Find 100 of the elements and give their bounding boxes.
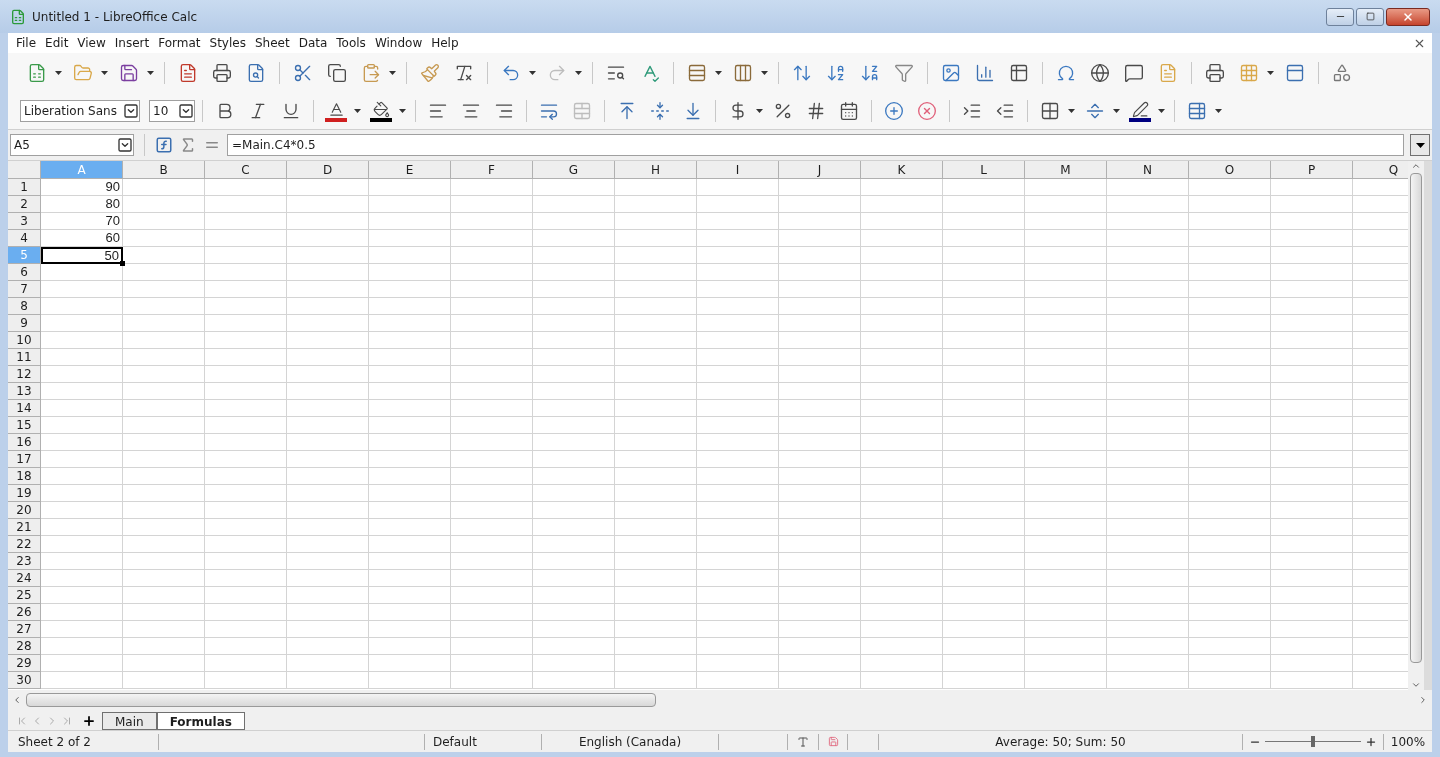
sheet-tab[interactable]: Formulas xyxy=(156,712,245,730)
sidebar-toggle[interactable] xyxy=(1424,161,1432,690)
vertical-scrollbar[interactable] xyxy=(1408,161,1424,690)
font-name-dropdown[interactable]: Liberation Sans xyxy=(20,100,140,122)
column-header[interactable]: I xyxy=(697,161,779,179)
menu-item[interactable]: File xyxy=(14,34,39,52)
row-header[interactable]: 3 xyxy=(8,213,41,230)
zoom-slider[interactable] xyxy=(1265,736,1361,747)
row-header[interactable]: 8 xyxy=(8,298,41,315)
row-header[interactable]: 28 xyxy=(8,638,41,655)
row-header[interactable]: 16 xyxy=(8,434,41,451)
caret-icon xyxy=(760,71,768,75)
row-header[interactable]: 19 xyxy=(8,485,41,502)
row-header[interactable]: 25 xyxy=(8,587,41,604)
row-header[interactable]: 30 xyxy=(8,672,41,689)
sheet-count: Sheet 2 of 2 xyxy=(17,733,92,751)
close-icon xyxy=(1402,10,1414,23)
caret-icon xyxy=(388,71,396,75)
column-header[interactable]: N xyxy=(1107,161,1189,179)
caret-icon xyxy=(1214,109,1222,113)
row-header[interactable]: 26 xyxy=(8,604,41,621)
expand-formula-button[interactable] xyxy=(1410,134,1430,156)
column-header[interactable]: G xyxy=(533,161,615,179)
row-header[interactable]: 2 xyxy=(8,196,41,213)
column-header[interactable]: B xyxy=(123,161,205,179)
menu-item[interactable]: Insert xyxy=(112,34,152,52)
table-cell: 70 xyxy=(41,213,123,230)
column-header[interactable]: P xyxy=(1271,161,1353,179)
row-header[interactable]: 23 xyxy=(8,553,41,570)
row-header[interactable]: 4 xyxy=(8,230,41,247)
row-header[interactable]: 15 xyxy=(8,417,41,434)
page-style: Default xyxy=(432,733,478,751)
table-cell: 50 xyxy=(41,247,123,264)
language: English (Canada) xyxy=(577,733,683,751)
selection-mode-icon[interactable] xyxy=(797,735,809,748)
minimize-button[interactable] xyxy=(1326,7,1354,26)
scroll-right-icon[interactable] xyxy=(1418,695,1428,705)
row-header[interactable]: 18 xyxy=(8,468,41,485)
caret-icon xyxy=(528,71,536,75)
font-size-dropdown[interactable]: 10 xyxy=(149,100,195,122)
caret-icon xyxy=(1415,142,1425,148)
row-header[interactable]: 29 xyxy=(8,655,41,672)
scroll-left-icon[interactable] xyxy=(12,695,22,705)
row-header[interactable]: 13 xyxy=(8,383,41,400)
name-box[interactable]: A5 xyxy=(10,134,134,156)
document-modified-icon xyxy=(827,736,839,747)
column-header[interactable]: F xyxy=(451,161,533,179)
zoom-level[interactable]: 100% xyxy=(1384,732,1432,751)
row-header[interactable]: 14 xyxy=(8,400,41,417)
column-header[interactable]: Q xyxy=(1353,161,1408,179)
row-header[interactable]: 1 xyxy=(8,179,41,196)
column-header[interactable]: K xyxy=(861,161,943,179)
row-header[interactable]: 24 xyxy=(8,570,41,587)
caret-icon xyxy=(714,71,722,75)
column-header[interactable]: D xyxy=(287,161,369,179)
sheet-tab[interactable]: Main xyxy=(102,712,157,730)
row-header[interactable]: 6 xyxy=(8,264,41,281)
column-header[interactable]: J xyxy=(779,161,861,179)
function-wizard-button[interactable] xyxy=(155,136,173,154)
row-header[interactable]: 27 xyxy=(8,621,41,638)
scroll-down-icon[interactable] xyxy=(1411,680,1421,690)
menu-item[interactable]: Help xyxy=(429,34,461,52)
zoom-slider-thumb[interactable] xyxy=(1311,736,1315,747)
zoom-in-icon[interactable] xyxy=(1365,735,1377,748)
maximize-button[interactable] xyxy=(1356,7,1384,26)
row-header[interactable]: 22 xyxy=(8,536,41,553)
row-header[interactable]: 17 xyxy=(8,451,41,468)
scroll-up-icon[interactable] xyxy=(1411,161,1421,171)
row-header[interactable]: 12 xyxy=(8,366,41,383)
column-header[interactable]: E xyxy=(369,161,451,179)
add-sheet-icon[interactable] xyxy=(82,714,96,728)
close-button[interactable] xyxy=(1386,7,1430,26)
row-header[interactable]: 10 xyxy=(8,332,41,349)
caret-icon xyxy=(1112,109,1120,113)
table-cell: 60 xyxy=(41,230,123,247)
menu-item[interactable]: Tools xyxy=(334,34,368,52)
menu-item[interactable]: Styles xyxy=(207,34,248,52)
column-header[interactable]: H xyxy=(615,161,697,179)
row-header[interactable]: 21 xyxy=(8,519,41,536)
horizontal-scrollbar[interactable] xyxy=(26,693,656,707)
menu-item[interactable]: Format xyxy=(156,34,203,52)
caret-icon xyxy=(398,109,406,113)
column-header[interactable]: O xyxy=(1189,161,1271,179)
column-header[interactable]: C xyxy=(205,161,287,179)
column-header[interactable]: M xyxy=(1025,161,1107,179)
menu-item[interactable]: Window xyxy=(372,34,425,52)
menu-item[interactable]: View xyxy=(75,34,108,52)
row-header[interactable]: 9 xyxy=(8,315,41,332)
row-header[interactable]: 11 xyxy=(8,349,41,366)
caret-icon xyxy=(574,71,582,75)
caret-icon xyxy=(1266,71,1274,75)
formula-input[interactable]: =Main.C4*0.5 xyxy=(227,134,1404,156)
row-header[interactable]: 20 xyxy=(8,502,41,519)
menu-item[interactable]: Edit xyxy=(43,34,71,52)
caret-icon xyxy=(755,109,763,113)
column-header[interactable]: L xyxy=(943,161,1025,179)
fill-handle[interactable] xyxy=(120,261,125,266)
row-header[interactable]: 7 xyxy=(8,281,41,298)
menu-item[interactable]: Data xyxy=(296,34,330,52)
menu-item[interactable]: Sheet xyxy=(252,34,292,52)
